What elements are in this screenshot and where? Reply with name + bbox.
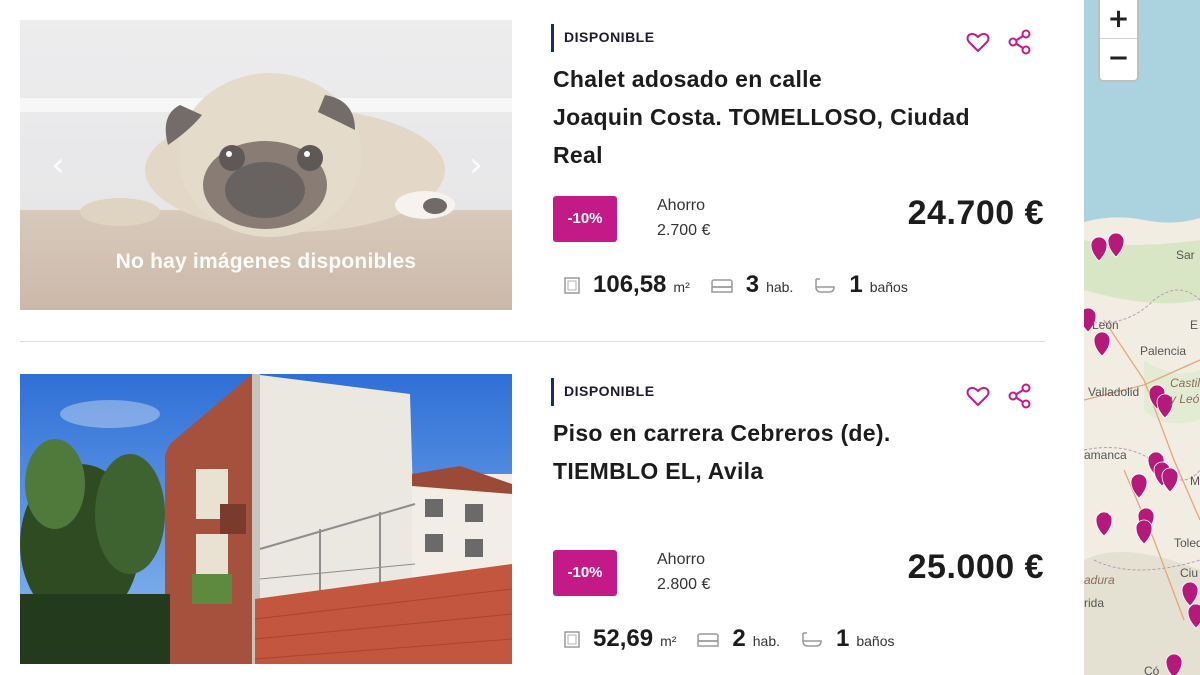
chevron-left-icon[interactable]: ‹ [46, 148, 70, 182]
status-badge: DISPONIBLE [551, 377, 655, 406]
bed-icon [710, 279, 733, 293]
rooms-unit: hab. [766, 279, 794, 295]
chevron-right-icon[interactable]: › [464, 148, 488, 182]
baths-feature: 1 baños [800, 625, 895, 653]
discount-badge: -10% [553, 196, 617, 242]
listing-photo[interactable]: ‹ › No hay imágenes disponibles [20, 20, 512, 310]
title-line: Joaquin Costa. TOMELLOSO, Ciudad [553, 104, 970, 130]
savings-value: 2.700 € [657, 222, 711, 239]
discount-badge: -10% [553, 550, 617, 596]
no-images-caption: No hay imágenes disponibles [115, 250, 417, 273]
map-label: Sar [1176, 248, 1195, 262]
bath-icon [815, 278, 836, 293]
bed-icon [697, 633, 720, 647]
baths-value: 1 [836, 625, 850, 652]
baths-feature: 1 baños [813, 271, 908, 299]
building-photo [20, 374, 512, 664]
area-icon [564, 277, 580, 294]
area-value: 52,69 [593, 625, 654, 652]
map-label: adura [1084, 573, 1115, 587]
listing-title[interactable]: Piso en carrera Cebreros (de). TIEMBLO E… [553, 414, 1043, 490]
listing-card[interactable]: ‹ › No hay imágenes disponibles DISPONIB… [20, 20, 1050, 311]
savings-label: Ahorro [657, 551, 706, 568]
price: 25.000 € [907, 548, 1044, 586]
zoom-in-button[interactable]: + [1100, 0, 1137, 38]
share-icon[interactable] [1006, 28, 1034, 56]
baths-unit: baños [856, 633, 895, 649]
map-panel[interactable]: Sar León E Palencia Valladolid Castil y … [1084, 0, 1200, 675]
title-line: Real [553, 142, 603, 168]
rooms-feature: 2 hab. [696, 625, 780, 653]
price: 24.700 € [907, 194, 1044, 232]
map-label: Valladolid [1088, 385, 1140, 399]
features-row: 52,69 m² 2 hab. 1 baños [563, 625, 915, 655]
heart-icon[interactable] [964, 28, 992, 56]
map-label: M [1190, 474, 1200, 488]
map-label: León [1092, 318, 1119, 332]
area-feature: 106,58 m² [563, 271, 690, 299]
map-label: Castil [1170, 376, 1200, 390]
area-icon [564, 631, 580, 648]
savings-label: Ahorro [657, 197, 706, 214]
listing-title[interactable]: Chalet adosado en calle Joaquin Costa. T… [553, 60, 1043, 174]
heart-icon[interactable] [964, 382, 992, 410]
map-label: Toledo [1174, 536, 1200, 550]
title-line: Piso en carrera Cebreros (de). [553, 420, 891, 446]
area-feature: 52,69 m² [563, 625, 676, 653]
listing-card[interactable]: DISPONIBLE Piso en carrera Cebreros (de)… [20, 374, 1050, 665]
baths-unit: baños [869, 279, 908, 295]
zoom-control: + − [1098, 0, 1139, 82]
map-label: Palencia [1140, 344, 1187, 358]
area-value: 106,58 [593, 271, 667, 298]
rooms-value: 3 [745, 271, 760, 298]
bath-icon [802, 632, 822, 647]
status-badge: DISPONIBLE [551, 23, 655, 52]
savings-value: 2.800 € [657, 576, 711, 593]
rooms-feature: 3 hab. [710, 271, 794, 299]
map-label: y Leó [1170, 392, 1200, 406]
rooms-unit: hab. [752, 633, 780, 649]
rooms-value: 2 [732, 625, 746, 652]
listing-photo[interactable] [20, 374, 512, 664]
area-unit: m² [673, 279, 690, 295]
title-line: TIEMBLO EL, Avila [553, 458, 764, 484]
map-label: amanca [1084, 448, 1127, 462]
area-unit: m² [660, 633, 677, 649]
listing-divider [20, 341, 1045, 342]
map-label: E [1190, 318, 1199, 332]
map-label: Ciu [1180, 566, 1199, 580]
zoom-out-button[interactable]: − [1100, 39, 1137, 77]
map-label: rida [1084, 596, 1105, 610]
title-line: Chalet adosado en calle [553, 66, 822, 92]
features-row: 106,58 m² 3 hab. 1 baños [563, 271, 928, 301]
map-label: Có [1144, 664, 1160, 675]
baths-value: 1 [849, 271, 863, 298]
share-icon[interactable] [1006, 382, 1034, 410]
